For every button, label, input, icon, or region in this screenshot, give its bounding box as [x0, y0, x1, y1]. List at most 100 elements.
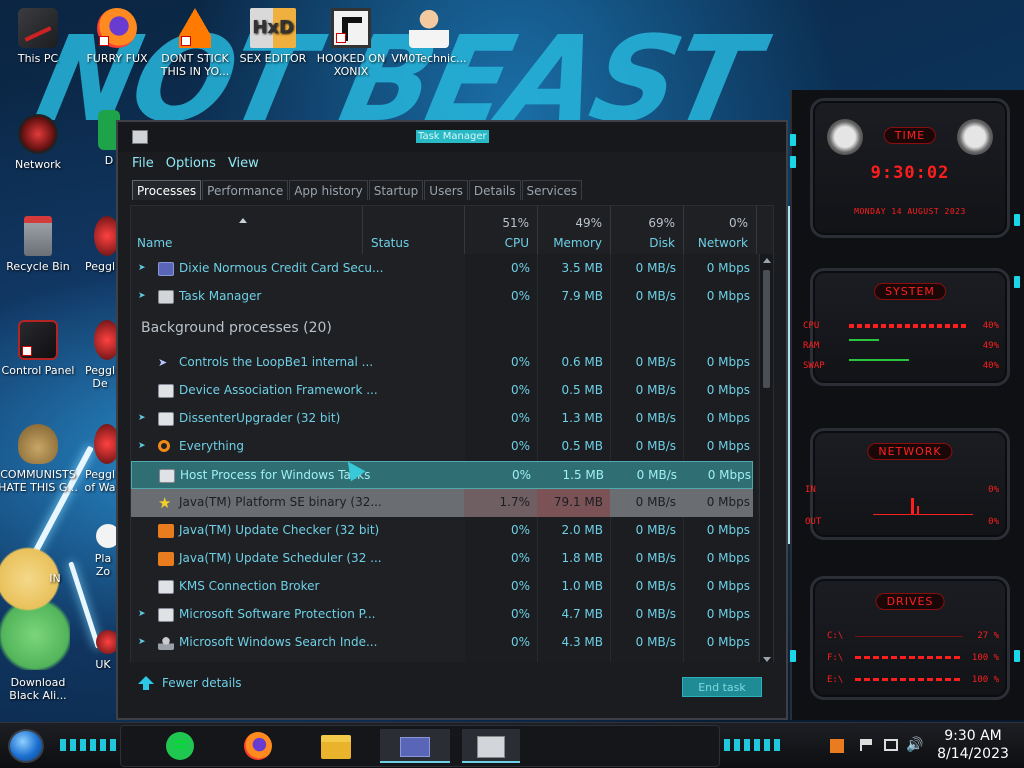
desktop-icon-network[interactable]: Network	[0, 114, 78, 171]
column-header-name[interactable]: Name	[131, 206, 363, 254]
gadget-accent	[790, 650, 796, 662]
drive-c-label: C:\	[827, 631, 844, 641]
desktop-icon-recycle-bin[interactable]: Recycle Bin	[0, 216, 78, 273]
task-manager-window: Task Manager File Options View Processes…	[116, 120, 788, 720]
cpu-value: 40%	[982, 321, 999, 331]
process-row[interactable]: ➤ Dixie Normous Credit Card Secu... 0% 3…	[131, 255, 757, 283]
process-row[interactable]: Device Association Framework ... 0% 0.5 …	[131, 377, 757, 405]
end-task-button[interactable]: End task	[682, 677, 762, 697]
column-header-cpu[interactable]: 51% CPU	[465, 206, 538, 254]
drive-c-bar	[855, 634, 963, 637]
process-row[interactable]: ➤ Microsoft Software Protection P... 0% …	[131, 601, 757, 629]
desktop-icon-dont-stick[interactable]: DONT STICK THIS IN YO...	[155, 8, 235, 78]
desktop-icon-peggle-2[interactable]: Peggl De	[76, 320, 120, 390]
drive-f-value: 100 %	[971, 653, 999, 663]
window-app-icon	[158, 412, 174, 426]
money-bag-icon	[18, 424, 58, 464]
group-header-background[interactable]: Background processes (20)	[141, 320, 332, 336]
desktop-icon-label: This PC	[17, 52, 59, 65]
tab-startup[interactable]: Startup	[368, 180, 424, 200]
desktop-icon-peggle-3[interactable]: Peggl of Wa	[76, 424, 120, 494]
file-explorer-icon[interactable]	[318, 729, 354, 763]
tab-details[interactable]: Details	[468, 180, 521, 200]
desktop-icon-hooked-on-xonix[interactable]: HOOKED ON XONIX	[311, 8, 391, 78]
task-manager-icon[interactable]	[462, 729, 520, 763]
network-tray-icon[interactable]	[884, 739, 898, 751]
taskbar-clock[interactable]: 9:30 AM 8/14/2023	[930, 727, 1016, 763]
gadget-date: MONDAY 14 AUGUST 2023	[854, 207, 966, 216]
credit-card-app-icon[interactable]	[380, 729, 450, 763]
this-pc-icon	[18, 8, 58, 48]
process-row[interactable]: ➤ Microsoft Windows Search Inde... 0% 4.…	[131, 629, 757, 657]
drive-f-bar	[855, 656, 963, 659]
expand-arrow-icon[interactable]: ➤	[138, 264, 146, 273]
firefox-icon[interactable]	[240, 729, 276, 763]
menu-options[interactable]: Options	[166, 156, 216, 174]
java-icon	[158, 524, 174, 538]
process-row-selected[interactable]: Host Process for Windows Tasks 0% 1.5 MB…	[131, 461, 753, 489]
java-tray-icon[interactable]	[830, 739, 844, 753]
process-row[interactable]: Java(TM) Update Checker (32 bit) 0% 2.0 …	[131, 517, 757, 545]
title-bar[interactable]: Task Manager	[118, 122, 786, 152]
drive-e-value: 100 %	[971, 675, 999, 685]
volume-icon[interactable]: 🔊	[906, 737, 923, 753]
desktop-icon-furry-fux[interactable]: FURRY FUX	[77, 8, 157, 65]
control-panel-icon	[18, 320, 58, 360]
menu-bar: File Options View	[132, 156, 259, 174]
tab-performance[interactable]: Performance	[202, 180, 289, 200]
column-header-status[interactable]: Status	[363, 206, 465, 254]
start-button[interactable]	[8, 729, 44, 763]
recycle-bin-icon	[24, 216, 52, 256]
desktop-icon-vm0technic[interactable]: VM0Technic...	[389, 8, 469, 65]
drive-e-bar	[855, 678, 963, 681]
desktop-icon-label: Pla Zo	[94, 552, 112, 578]
tab-users[interactable]: Users	[424, 180, 468, 200]
process-row[interactable]: ➤ Task Manager 0% 7.9 MB 0 MB/s 0 Mbps	[131, 283, 757, 311]
desktop-icon-sex-editor[interactable]: HxD SEX EDITOR	[233, 8, 313, 65]
chat-app-icon[interactable]	[162, 729, 198, 763]
window-app-icon	[159, 469, 175, 483]
expand-arrow-icon[interactable]: ➤	[138, 610, 146, 619]
process-row[interactable]: ➤ Everything 0% 0.5 MB 0 MB/s 0 Mbps	[131, 433, 757, 461]
footer-bar: Fewer details End task	[118, 662, 786, 718]
expand-arrow-icon[interactable]: ➤	[138, 442, 146, 451]
process-row[interactable]: ➤ DissenterUpgrader (32 bit) 0% 1.3 MB 0…	[131, 405, 757, 433]
process-row[interactable]: ➤ Controls the LoopBe1 internal ... 0% 0…	[131, 349, 757, 377]
column-header-memory[interactable]: 49% Memory	[538, 206, 611, 254]
menu-file[interactable]: File	[132, 156, 154, 174]
scroll-up-arrow-icon[interactable]	[763, 258, 771, 263]
gadget-accent	[1014, 276, 1020, 288]
scroll-thumb[interactable]	[763, 270, 770, 388]
tab-services[interactable]: Services	[521, 180, 583, 200]
desktop-icon-download-black-ali[interactable]: Download Black Ali...	[0, 676, 78, 702]
flag-icon[interactable]	[860, 739, 872, 751]
desktop-icon-uk[interactable]: UK	[76, 630, 120, 671]
tab-processes[interactable]: Processes	[132, 180, 202, 200]
column-header-network[interactable]: 0% Network	[684, 206, 757, 254]
desktop-icon-peggle-1[interactable]: Peggl	[76, 216, 120, 273]
desktop-icon-in[interactable]: IN	[40, 572, 70, 585]
vertical-scrollbar[interactable]	[759, 254, 773, 664]
desktop-icon-label: IN	[49, 572, 61, 585]
desktop-icon-label: Download Black Ali...	[9, 676, 67, 702]
ram-value: 49%	[982, 341, 999, 351]
system-monitor-gadget: TIME 9:30:02 MONDAY 14 AUGUST 2023 SYSTE…	[790, 90, 1024, 720]
task-manager-icon	[158, 290, 174, 304]
expand-arrow-icon[interactable]: ➤	[138, 638, 146, 647]
column-header-disk[interactable]: 69% Disk	[611, 206, 684, 254]
fewer-details-button[interactable]: Fewer details	[138, 676, 242, 690]
alien-logo-icon	[827, 119, 863, 155]
expand-arrow-icon[interactable]: ➤	[138, 414, 146, 423]
desktop-icon-control-panel[interactable]: Control Panel	[0, 320, 78, 377]
desktop-icon-label: Peggl De	[84, 364, 116, 390]
desktop-icon-pla-zo[interactable]: Pla Zo	[76, 524, 120, 578]
gadget-accent	[790, 134, 796, 146]
menu-view[interactable]: View	[228, 156, 259, 174]
process-row[interactable]: ★ Java(TM) Platform SE binary (32... 1.7…	[131, 489, 753, 517]
desktop-icon-this-pc[interactable]: This PC	[0, 8, 78, 65]
expand-arrow-icon[interactable]: ➤	[138, 292, 146, 301]
process-row[interactable]: KMS Connection Broker 0% 1.0 MB 0 MB/s 0…	[131, 573, 757, 601]
tab-app-history[interactable]: App history	[289, 180, 368, 200]
process-row[interactable]: Java(TM) Update Scheduler (32 ... 0% 1.8…	[131, 545, 757, 573]
desktop-icon-communists[interactable]: COMMUNISTS HATE THIS G...	[0, 424, 78, 494]
